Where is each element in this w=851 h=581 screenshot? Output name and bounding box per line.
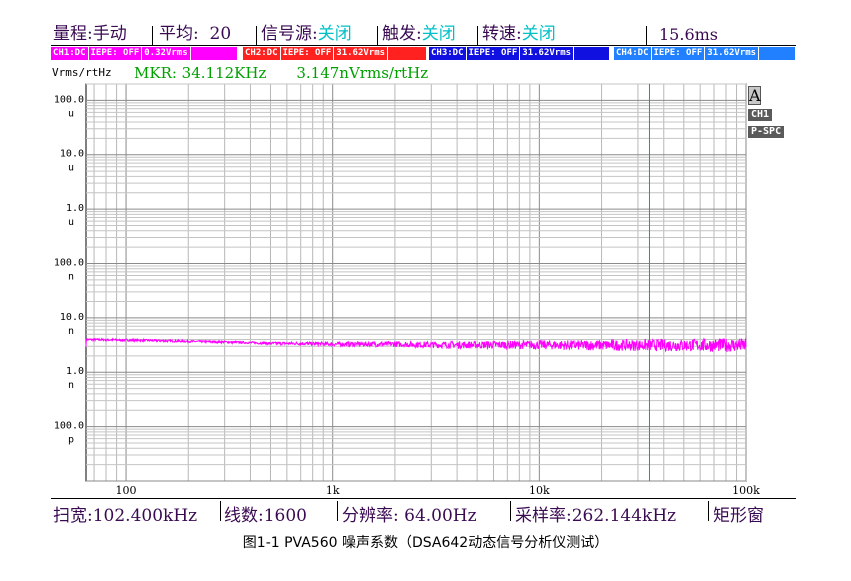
sample-rate-label: 采样率:	[515, 506, 572, 526]
sample-rate-status[interactable]: 采样率:262.144kHz	[515, 501, 676, 526]
divider	[708, 501, 709, 521]
y-tick-label: 10.0	[60, 149, 84, 160]
lines-label: 线数:	[224, 506, 264, 526]
resolution-status[interactable]: 分辨率: 64.00Hz	[342, 501, 477, 526]
y-tick-label: 100.0	[54, 94, 84, 105]
x-tick-label: 100	[116, 484, 137, 497]
y-tick-label: 10.0	[60, 312, 84, 323]
y-tick-unit: u	[68, 163, 74, 174]
y-tick-label: 1.0	[66, 203, 84, 214]
span-status[interactable]: 扫宽:102.400kHz	[53, 501, 197, 526]
bottom-status-bar: 扫宽:102.400kHz 线数:1600 分辨率: 64.00Hz 采样率:2…	[51, 498, 796, 526]
span-value: 102.400kHz	[92, 506, 198, 526]
divider	[510, 501, 511, 521]
y-tick-unit: p	[68, 435, 74, 446]
x-tick-label: 1k	[326, 484, 340, 497]
x-tick-label: 100k	[732, 484, 760, 497]
lines-value: 1600	[263, 506, 307, 526]
y-tick-unit: u	[68, 217, 74, 228]
divider	[337, 501, 338, 521]
y-tick-unit: u	[68, 108, 74, 119]
channel-tag[interactable]: CH1	[748, 109, 773, 121]
divider	[220, 501, 221, 521]
trace-indicator[interactable]: A	[748, 86, 761, 105]
window-type[interactable]: 矩形窗	[713, 501, 764, 526]
sample-rate-value: 262.144kHz	[571, 506, 677, 526]
y-tick-label: 100.0	[54, 421, 84, 432]
y-tick-label: 1.0	[66, 366, 84, 377]
y-tick-unit: n	[68, 326, 74, 337]
plot-area	[85, 83, 747, 482]
y-tick-label: 100.0	[54, 257, 84, 268]
span-label: 扫宽:	[53, 506, 93, 526]
figure-caption: 图1-1 PVA560 噪声系数（DSA642动态信号分析仪测试）	[242, 535, 609, 551]
resolution-label: 分辨率:	[342, 506, 399, 526]
y-tick-unit: n	[68, 380, 74, 391]
spectrum-chart[interactable]: 100 1k 10k 100k 100.0 u 10.0 u 1.0 u 100.0 n 10.0 n 1.…	[0, 0, 851, 581]
y-tick-unit: n	[68, 271, 74, 282]
mode-tag[interactable]: P-SPC	[748, 126, 785, 138]
lines-status[interactable]: 线数:1600	[224, 501, 307, 526]
resolution-value: 64.00Hz	[404, 506, 477, 526]
x-tick-label: 10k	[529, 484, 550, 497]
